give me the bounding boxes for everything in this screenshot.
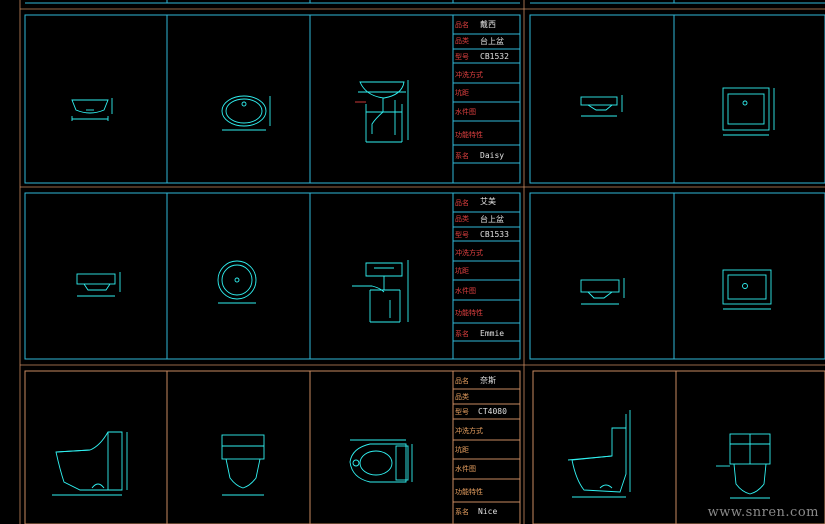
product-category: 台上盆 — [480, 215, 504, 224]
product-name: 戴西 — [480, 20, 496, 29]
sheet-row2-left-frame — [24, 192, 521, 360]
basin-front-view-1b — [580, 95, 623, 117]
basin-top-view-1b — [722, 87, 775, 136]
field-label-category: 品类 — [455, 37, 469, 45]
field-label-features: 功能特性 — [455, 488, 483, 496]
field-label-name: 品名 — [455, 199, 469, 207]
product-category: 台上盆 — [480, 37, 504, 46]
toilet-side-view-2 — [567, 410, 631, 498]
product-series: Emmie — [480, 329, 505, 338]
sheet-row3-right-frame — [532, 370, 825, 524]
basin-front-view-1 — [71, 98, 113, 121]
product-model: CB1533 — [480, 230, 509, 239]
toilet-front-view-1 — [221, 434, 265, 496]
field-label-pit: 坑距 — [455, 89, 469, 97]
field-label-name: 品名 — [455, 21, 469, 29]
field-label-flush: 冲洗方式 — [455, 71, 483, 79]
field-label-features: 功能特性 — [455, 131, 483, 139]
field-label-model: 型号 — [455, 408, 469, 416]
field-label-model: 型号 — [455, 53, 469, 61]
product-model: CB1532 — [480, 52, 509, 61]
field-label-series: 系名 — [455, 508, 469, 516]
product-series: Daisy — [480, 151, 505, 160]
field-label-flush: 冲洗方式 — [455, 427, 483, 435]
sheet-separators — [19, 0, 825, 524]
product-name: 奈斯 — [480, 376, 496, 385]
field-label-water-parts: 水件图 — [455, 108, 476, 116]
basin-installation-view-1 — [355, 80, 409, 143]
product-name: 艾美 — [480, 197, 496, 206]
product-model: CT4080 — [478, 407, 507, 416]
basin-front-view-2 — [76, 272, 121, 297]
field-label-category: 品类 — [455, 393, 469, 401]
toilet-top-view-1 — [349, 439, 413, 483]
sheet-row2-right-frame — [529, 192, 825, 360]
top-partial-frames — [25, 0, 825, 4]
watermark: www.snren.com — [707, 505, 819, 520]
field-label-model: 型号 — [455, 231, 469, 239]
toilet-side-view-1 — [52, 431, 128, 496]
field-label-features: 功能特性 — [455, 309, 483, 317]
field-label-pit: 坑距 — [455, 267, 469, 275]
basin-installation-view-2 — [352, 260, 409, 323]
sheet-row3-left-frame — [24, 370, 521, 524]
field-label-flush: 冲洗方式 — [455, 249, 483, 257]
product-series: Nice — [478, 507, 498, 516]
field-label-pit: 坑距 — [455, 446, 469, 454]
field-label-series: 系名 — [455, 330, 469, 338]
toilet-front-view-2 — [716, 433, 771, 499]
field-label-category: 品类 — [455, 215, 469, 223]
field-label-series: 系名 — [455, 152, 469, 160]
field-label-water-parts: 水件图 — [455, 465, 476, 473]
cad-drawing-canvas — [19, 0, 825, 524]
basin-top-view-2b — [722, 269, 772, 310]
basin-front-view-2b — [580, 278, 625, 305]
field-label-water-parts: 水件图 — [455, 287, 476, 295]
basin-top-view-2 — [217, 260, 257, 304]
basin-top-view-1 — [221, 95, 271, 131]
sheet-row1-right-frame — [529, 14, 825, 184]
sheet-row1-left-frame — [24, 14, 521, 184]
field-label-name: 品名 — [455, 377, 469, 385]
